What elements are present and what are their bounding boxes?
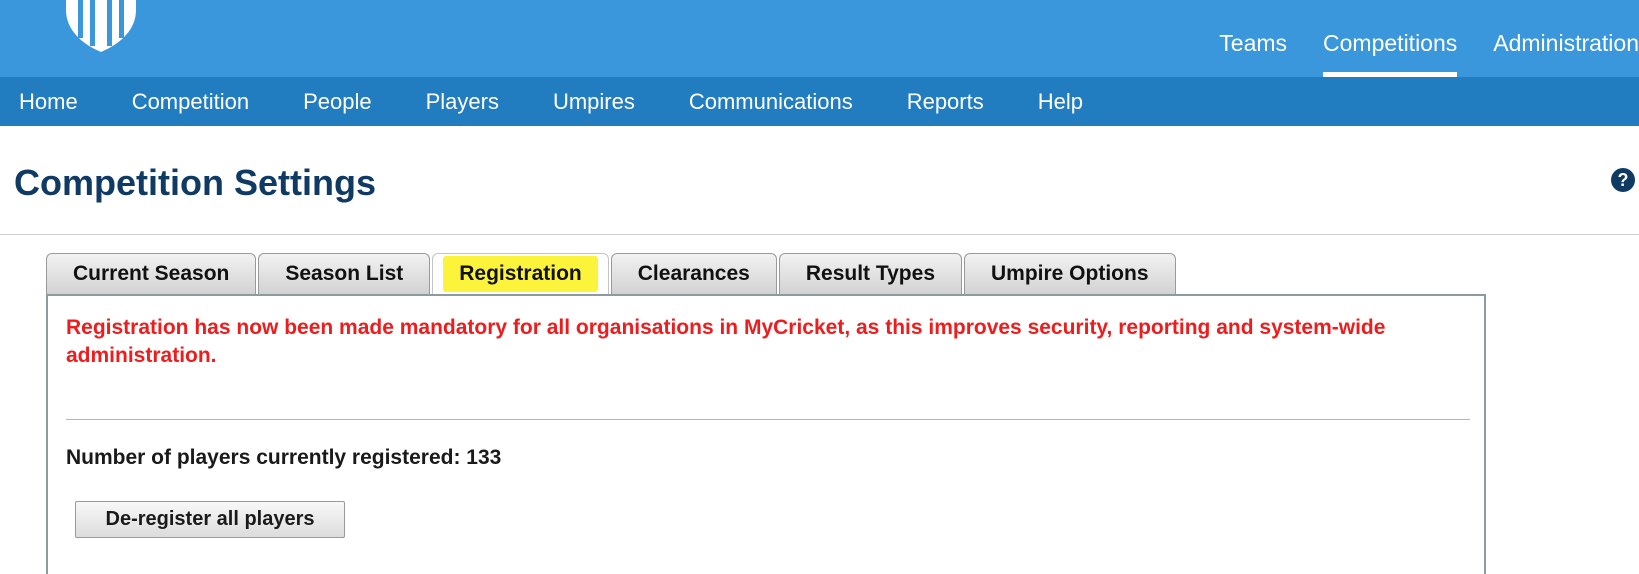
question-circle-icon[interactable]: ?: [1611, 168, 1635, 192]
tab-label: Current Season: [73, 262, 230, 285]
top-nav-competitions[interactable]: Competitions: [1323, 30, 1458, 77]
tab-label: Result Types: [805, 262, 935, 285]
top-nav-administration[interactable]: Administration: [1493, 30, 1639, 77]
tab-registration[interactable]: Registration: [432, 253, 609, 294]
tab-label: Clearances: [637, 262, 750, 285]
subnav-competition[interactable]: Competition: [132, 89, 249, 115]
tab-label: Season List: [285, 262, 404, 285]
deregister-all-players-button[interactable]: De-register all players: [75, 501, 345, 538]
page-title: Competition Settings: [14, 162, 376, 203]
tab-season-list[interactable]: Season List: [258, 253, 431, 294]
subnav-players[interactable]: Players: [426, 89, 499, 115]
mandatory-registration-warning: Registration has now been made mandatory…: [66, 316, 1386, 367]
secondary-nav: Home Competition People Players Umpires …: [0, 77, 1639, 126]
top-banner: Teams Competitions Administration: [0, 0, 1639, 77]
header-divider: [0, 234, 1639, 235]
panel-divider: [66, 419, 1470, 420]
tab-current-season[interactable]: Current Season: [46, 253, 257, 294]
settings-tabs: Current Season Season List Registration …: [46, 253, 1178, 294]
subnav-communications[interactable]: Communications: [689, 89, 853, 115]
top-nav-teams[interactable]: Teams: [1219, 30, 1287, 77]
tab-umpire-options[interactable]: Umpire Options: [964, 253, 1176, 294]
shield-logo-icon[interactable]: [62, 0, 140, 52]
subnav-umpires[interactable]: Umpires: [553, 89, 635, 115]
subnav-help[interactable]: Help: [1038, 89, 1083, 115]
tab-label: Umpire Options: [991, 262, 1149, 285]
subnav-home[interactable]: Home: [19, 89, 78, 115]
top-nav: Teams Competitions Administration: [1183, 30, 1639, 77]
registered-players-count: Number of players currently registered: …: [66, 446, 502, 469]
subnav-reports[interactable]: Reports: [907, 89, 984, 115]
registration-panel: Registration has now been made mandatory…: [46, 294, 1486, 574]
tab-label: Registration: [443, 256, 598, 292]
tab-clearances[interactable]: Clearances: [610, 253, 777, 294]
tab-result-types[interactable]: Result Types: [778, 253, 962, 294]
subnav-people[interactable]: People: [303, 89, 372, 115]
